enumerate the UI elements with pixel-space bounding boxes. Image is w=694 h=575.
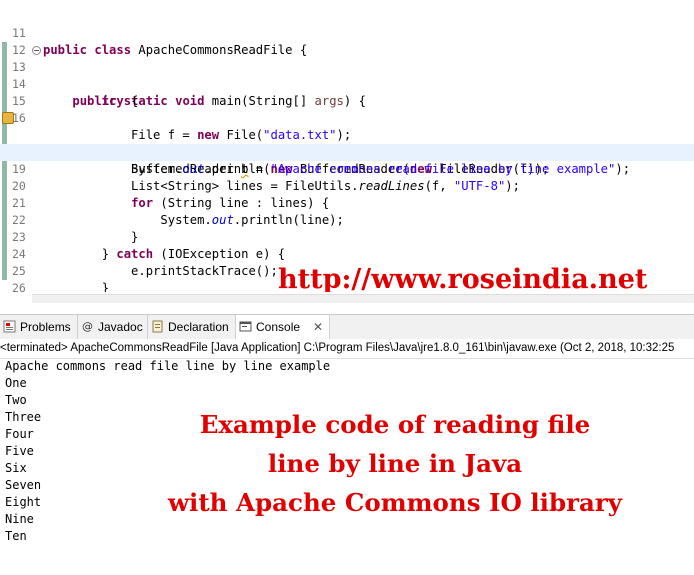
tab-console[interactable]: Console ✕ bbox=[236, 315, 330, 339]
console-line: Two bbox=[5, 393, 27, 407]
code-line-21[interactable]: 21 System.out.println(line); bbox=[0, 178, 694, 227]
code-line-22[interactable]: 22 } bbox=[0, 195, 694, 244]
console-line: Six bbox=[5, 461, 27, 475]
console-line: One bbox=[5, 376, 27, 390]
code-line-11[interactable]: 11 public class ApacheCommonsReadFile { bbox=[0, 8, 694, 57]
close-icon[interactable]: ✕ bbox=[313, 315, 323, 339]
caption-line-3: with Apache Commons IO library bbox=[167, 488, 623, 517]
console-line: Apache commons read file line by line ex… bbox=[5, 359, 331, 373]
caption-line-2: line by line in Java bbox=[267, 449, 523, 478]
code-line-17[interactable]: 17 BufferedReader b = new BufferedReader… bbox=[0, 110, 694, 176]
console-line: Seven bbox=[5, 478, 42, 492]
tab-label: Declaration bbox=[168, 320, 229, 334]
caption-overlay: Example code of reading file line by lin… bbox=[100, 405, 690, 522]
console-icon bbox=[239, 320, 252, 333]
code-line-16[interactable]: 16 File f = new File("data.txt"); bbox=[0, 93, 694, 142]
tab-label: Console bbox=[256, 320, 301, 334]
editor-horizontal-scrollbar[interactable] bbox=[32, 294, 694, 303]
tab-label: Problems bbox=[20, 320, 71, 334]
warning-icon[interactable] bbox=[2, 112, 14, 124]
code-line-12[interactable]: 12 bbox=[0, 25, 694, 57]
code-line-20[interactable]: 20 for (String line : lines) { bbox=[0, 161, 694, 210]
javadoc-icon: @ bbox=[82, 320, 93, 333]
console-line: Ten bbox=[5, 529, 27, 543]
tab-javadoc[interactable]: @ Javadoc bbox=[78, 315, 148, 339]
console-line: Eight bbox=[5, 495, 42, 509]
console-line: Nine bbox=[5, 512, 34, 526]
code-line-24[interactable]: 24 e.printStackTrace(); bbox=[0, 229, 694, 278]
views-tab-bar: Problems @ Javadoc Declaration Console ✕ bbox=[0, 314, 694, 340]
declaration-icon bbox=[151, 320, 164, 333]
tab-problems[interactable]: Problems bbox=[0, 315, 78, 339]
code-line-13[interactable]: 13 public static void main(String[] args… bbox=[0, 42, 694, 108]
code-line-15[interactable]: 15 bbox=[0, 76, 694, 108]
tab-declaration[interactable]: Declaration bbox=[148, 315, 236, 339]
console-status-line: <terminated> ApacheCommonsReadFile [Java… bbox=[0, 339, 694, 359]
fold-collapse-icon[interactable] bbox=[32, 46, 41, 55]
tab-label: Javadoc bbox=[98, 320, 143, 334]
console-line: Four bbox=[5, 427, 34, 441]
code-line-25[interactable]: 25 } bbox=[0, 246, 694, 292]
console-line: Five bbox=[5, 444, 34, 458]
caption-line-1: Example code of reading file bbox=[199, 410, 591, 439]
code-line-18[interactable]: 18 System.out.println("Apache commons re… bbox=[0, 127, 694, 176]
code-line-23[interactable]: 23 } catch (IOException e) { bbox=[0, 212, 694, 261]
site-watermark: http://www.roseindia.net bbox=[278, 264, 648, 292]
code-line-19[interactable]: 19 List<String> lines = FileUtils.readLi… bbox=[0, 144, 694, 193]
code-editor[interactable]: 11 public class ApacheCommonsReadFile { … bbox=[0, 0, 694, 292]
problems-icon bbox=[3, 320, 16, 333]
console-line: Three bbox=[5, 410, 42, 424]
code-line-14[interactable]: 14 try { bbox=[0, 59, 694, 108]
